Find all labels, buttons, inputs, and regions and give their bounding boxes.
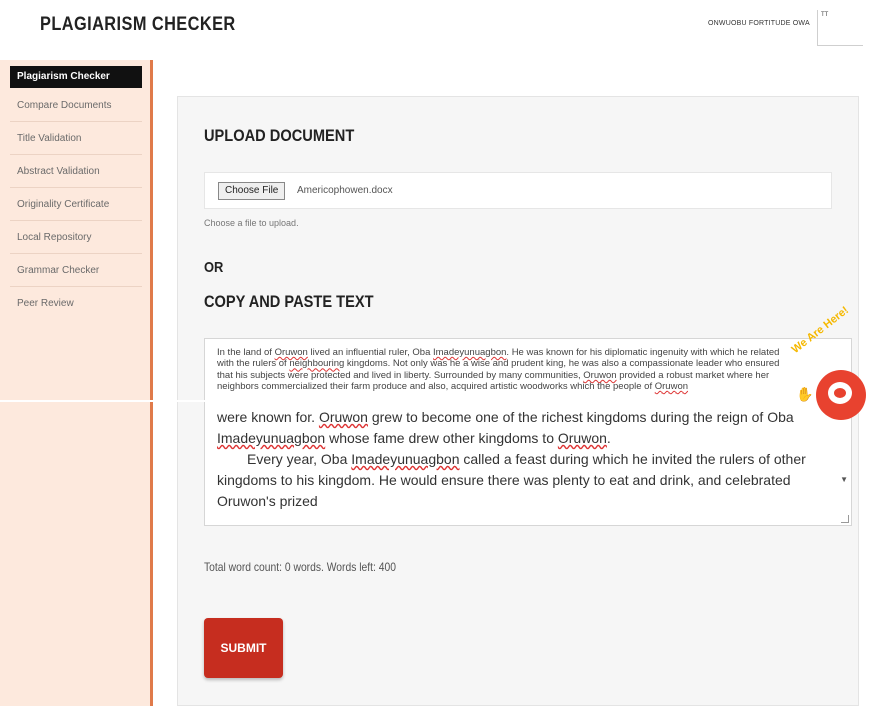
sidebar: Plagiarism Checker Compare Documents Tit… [0,60,153,706]
app-title: PLAGIARISM CHECKER [40,14,236,35]
selected-file-name: Americophowen.docx [297,185,393,196]
sidebar-item-label: Title Validation [17,133,82,144]
paste-heading: COPY AND PASTE TEXT [204,292,374,311]
header-avatar-box[interactable]: TT [817,10,863,46]
resize-handle-icon[interactable] [841,515,849,523]
sidebar-item-label: Grammar Checker [17,265,100,276]
paste-text-area[interactable]: In the land of Oruwon lived an influenti… [204,338,852,526]
text-area-content-small: In the land of Oruwon lived an influenti… [217,347,780,393]
sidebar-item-originality-certificate[interactable]: Originality Certificate [10,188,142,221]
sidebar-item-grammar-checker[interactable]: Grammar Checker [10,254,142,287]
user-name[interactable]: ONWUOBU FORTITUDE OWA [708,20,810,27]
sidebar-item-peer-review[interactable]: Peer Review [10,287,142,320]
header-box-label: TT [821,12,829,18]
sidebar-item-compare-documents[interactable]: Compare Documents [10,89,142,122]
chat-icon [828,382,852,404]
choose-file-button[interactable]: Choose File [218,182,286,200]
sidebar-item-label: Peer Review [17,298,74,309]
sidebar-item-label: Originality Certificate [17,199,110,210]
word-count: Total word count: 0 words. Words left: 4… [204,560,396,574]
chat-widget[interactable]: We Are Here! ✋ [790,304,872,420]
sidebar-item-label: Local Repository [17,232,92,243]
file-help-text: Choose a file to upload. [204,218,299,228]
sidebar-item-label: Plagiarism Checker [17,71,110,82]
wave-hand-icon: ✋ [796,386,814,402]
top-header: PLAGIARISM CHECKER ONWUOBU FORTITUDE OWA… [0,0,872,56]
sidebar-item-plagiarism-checker[interactable]: Plagiarism Checker [10,66,142,88]
sidebar-item-label: Abstract Validation [17,166,100,177]
sidebar-item-local-repository[interactable]: Local Repository [10,221,142,254]
splice-line [0,400,872,402]
sidebar-item-abstract-validation[interactable]: Abstract Validation [10,155,142,188]
or-divider: OR [204,259,224,276]
scroll-down-arrow-icon[interactable]: ▼ [840,475,848,484]
sidebar-item-title-validation[interactable]: Title Validation [10,122,142,155]
text-area-content-large: were known for. Oruwon grew to become on… [217,409,806,509]
submit-button[interactable]: SUBMIT [204,618,283,678]
upload-heading: UPLOAD DOCUMENT [204,126,355,145]
sidebar-item-label: Compare Documents [17,100,112,111]
file-upload-field[interactable]: Choose File Americophowen.docx [204,172,832,209]
